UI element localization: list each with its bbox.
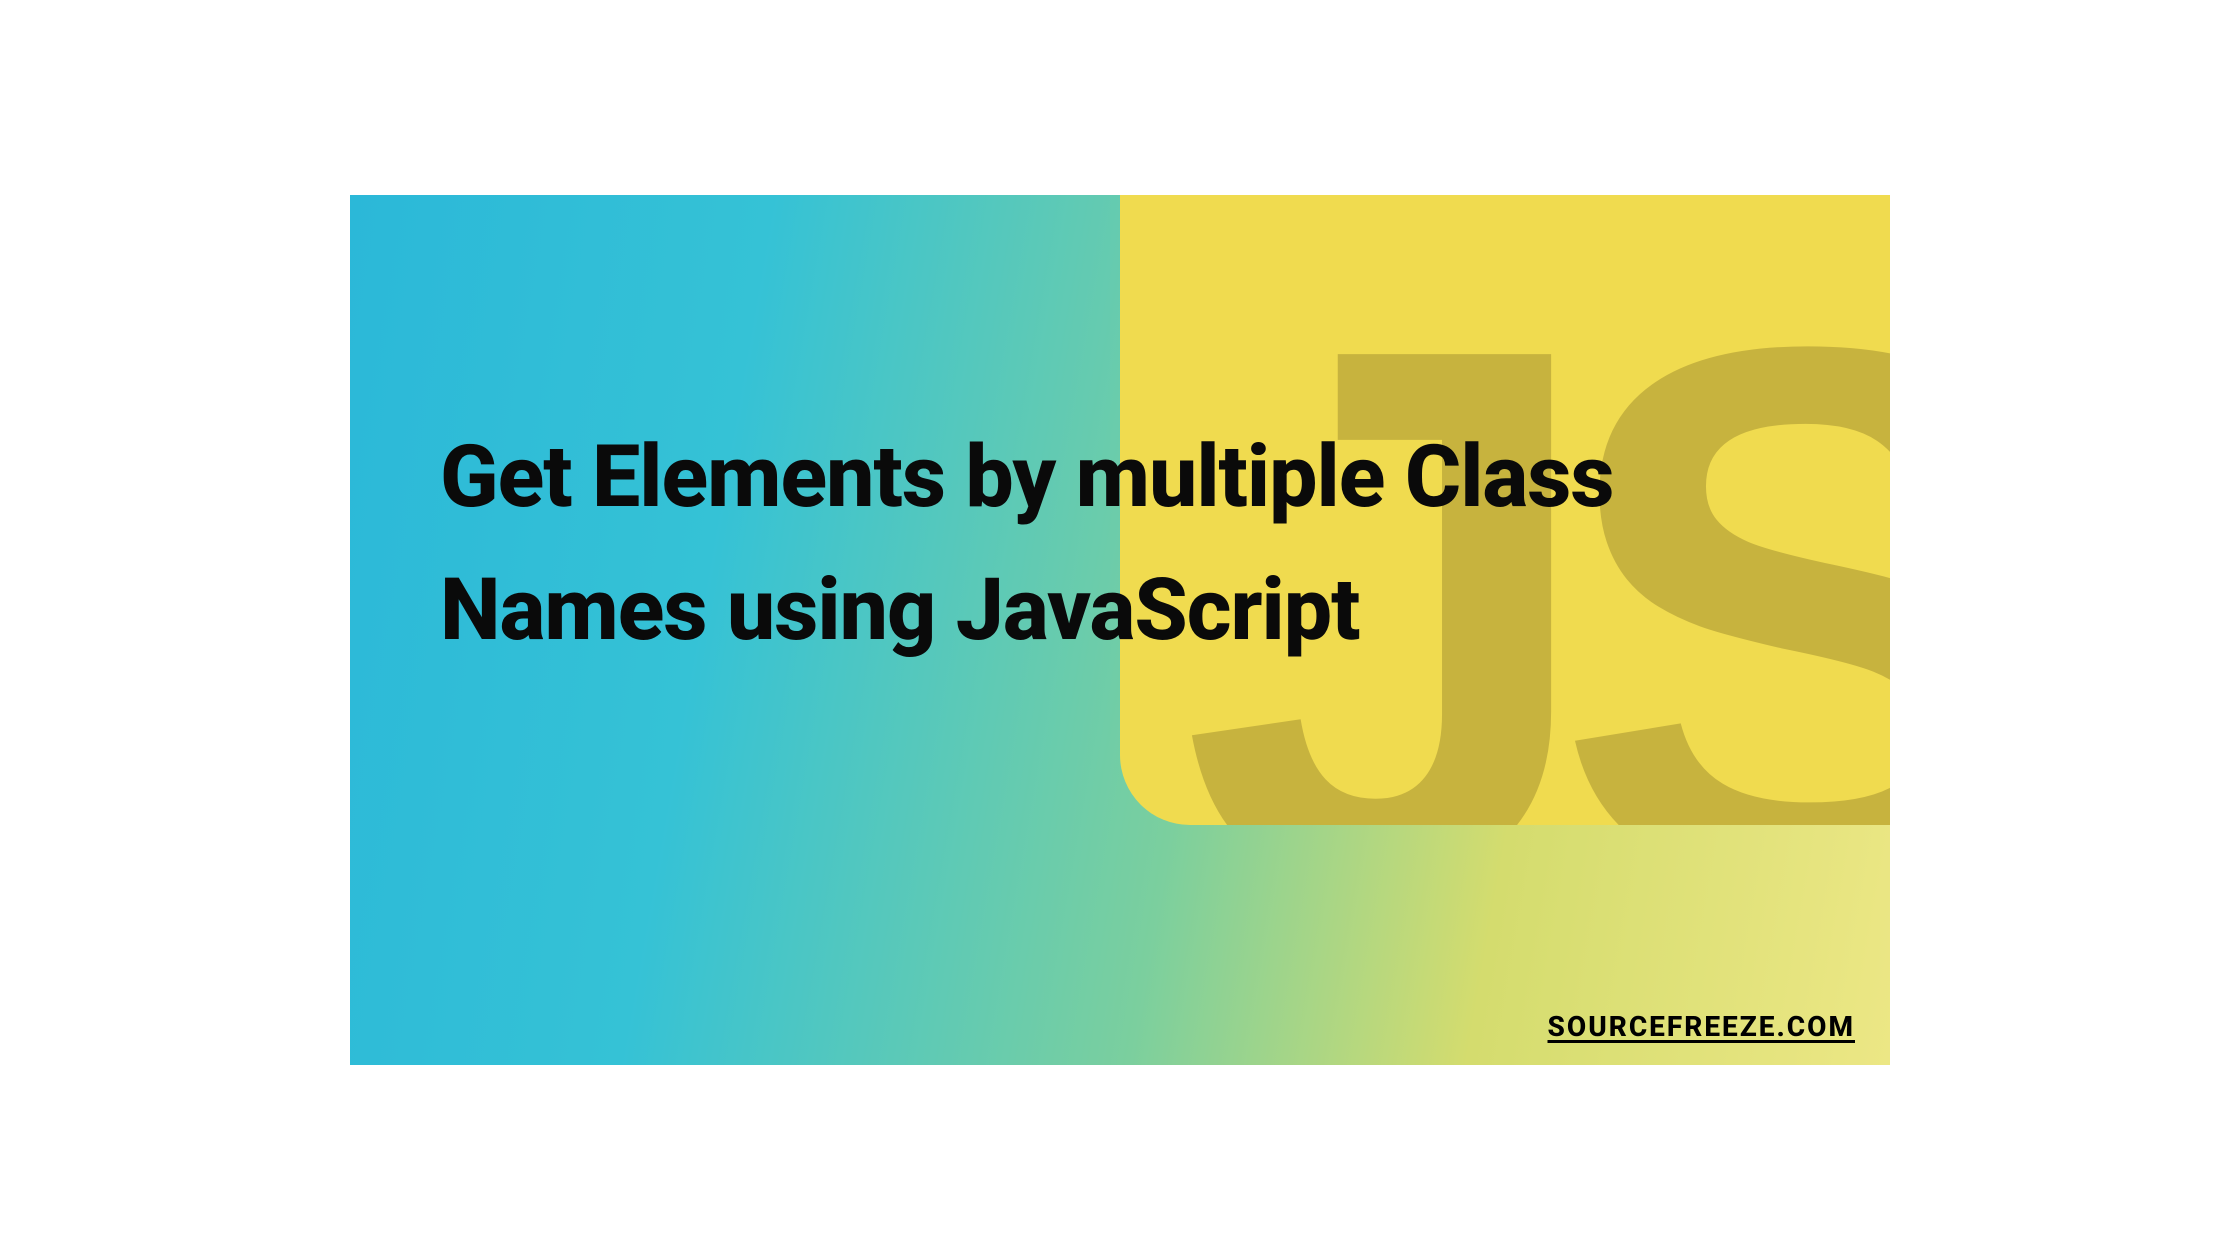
article-title: Get Elements by multiple Class Names usi… xyxy=(440,410,1640,677)
source-attribution: SOURCEFREEZE.COM xyxy=(1548,1010,1856,1043)
banner-card: JS Get Elements by multiple Class Names … xyxy=(350,195,1890,1065)
